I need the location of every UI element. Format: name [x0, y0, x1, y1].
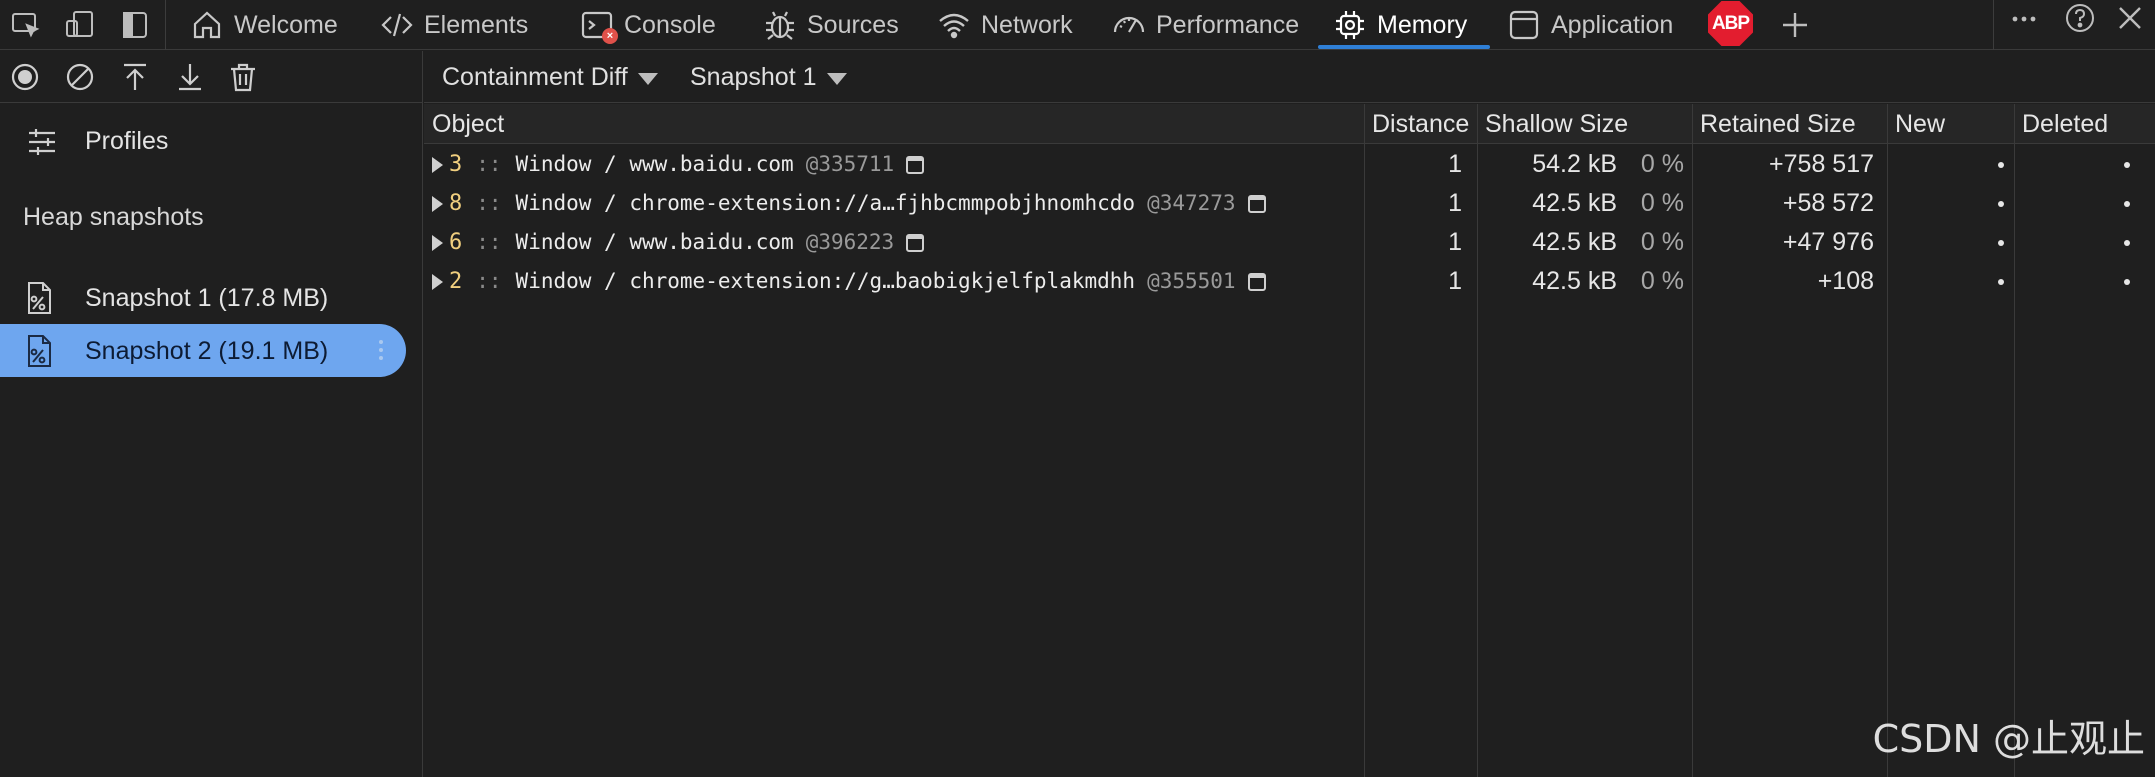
- column-object[interactable]: Object: [424, 104, 504, 144]
- profiles-toolbar: [0, 51, 423, 103]
- heap-snapshot-view: Containment Diff Snapshot 1 Object Dista…: [424, 51, 2155, 777]
- new-marker: [1998, 240, 2004, 246]
- heap-snapshot-file-icon: [22, 333, 56, 369]
- tab-label: Application: [1551, 10, 1674, 39]
- window-object-icon: [906, 233, 925, 252]
- new-marker: [1998, 162, 2004, 168]
- tab-console[interactable]: × Console: [580, 0, 716, 50]
- active-tab-indicator: [1318, 45, 1490, 49]
- adblock-plus-icon[interactable]: ABP: [1708, 1, 1753, 46]
- snapshot-item[interactable]: Snapshot 1 (17.8 MB): [0, 271, 406, 324]
- diff-table: Object Distance Shallow Size Retained Si…: [424, 104, 2155, 777]
- gauge-icon: [1112, 8, 1146, 42]
- window-object-icon: [1247, 272, 1266, 291]
- tab-sources[interactable]: Sources: [763, 0, 899, 50]
- column-distance[interactable]: Distance: [1364, 104, 1469, 144]
- heap-snapshot-file-icon: [22, 280, 56, 316]
- tab-application[interactable]: Application: [1507, 0, 1673, 50]
- console-error-badge: ×: [602, 28, 618, 44]
- dock-side-icon[interactable]: [118, 8, 152, 42]
- table-row[interactable]: 6 :: Window / www.baidu.com @396223 1 42…: [424, 223, 2155, 262]
- base-snapshot-select[interactable]: Snapshot 1: [690, 63, 847, 92]
- table-row[interactable]: 8 :: Window / chrome-extension://a…fjhbc…: [424, 184, 2155, 223]
- tab-label: Console: [624, 10, 716, 39]
- tab-performance[interactable]: Performance: [1112, 0, 1299, 50]
- sliders-icon: [26, 126, 58, 158]
- take-snapshot-record-icon[interactable]: [8, 60, 42, 94]
- app-window-icon: [1507, 8, 1541, 42]
- table-row[interactable]: 3 :: Window / www.baidu.com @335711 1 54…: [424, 145, 2155, 184]
- base-snapshot-value: Snapshot 1: [690, 63, 817, 91]
- chevron-down-icon: [826, 72, 847, 85]
- delete-trash-icon[interactable]: [226, 60, 260, 94]
- deleted-marker: [2124, 279, 2130, 285]
- deleted-marker: [2124, 240, 2130, 246]
- profiles-label: Profiles: [85, 127, 169, 155]
- wifi-icon: [937, 8, 971, 42]
- expand-triangle-icon[interactable]: [432, 195, 443, 212]
- column-new[interactable]: New: [1887, 104, 1945, 144]
- deleted-marker: [2124, 201, 2130, 207]
- column-deleted[interactable]: Deleted: [2014, 104, 2108, 144]
- table-row[interactable]: 2 :: Window / chrome-extension://g…baobi…: [424, 262, 2155, 301]
- tab-label: Performance: [1156, 10, 1300, 39]
- more-options-icon[interactable]: [2007, 2, 2041, 36]
- devtools-tab-bar: Welcome Elements × Console Sources Netwo…: [0, 0, 2155, 50]
- profiles-sidebar: Profiles Heap snapshots Snapshot 1 (17.8…: [0, 51, 423, 777]
- view-mode-value: Containment Diff: [442, 63, 628, 91]
- snapshot-view-toolbar: Containment Diff Snapshot 1: [424, 51, 2155, 103]
- tab-label: Memory: [1377, 10, 1468, 39]
- window-object-icon: [906, 155, 925, 174]
- tab-elements[interactable]: Elements: [380, 0, 528, 50]
- code-icon: [380, 8, 414, 42]
- more-tabs-plus-icon[interactable]: [1778, 8, 1812, 42]
- snapshot-label: Snapshot 1 (17.8 MB): [85, 284, 329, 312]
- snapshot-label: Snapshot 2 (19.1 MB): [85, 337, 329, 365]
- help-icon[interactable]: [2063, 1, 2097, 35]
- new-marker: [1998, 279, 2004, 285]
- tab-label: Network: [981, 10, 1073, 39]
- tab-label: Sources: [807, 10, 899, 39]
- snapshot-more-icon[interactable]: [378, 336, 384, 366]
- expand-triangle-icon[interactable]: [432, 273, 443, 290]
- tab-label: Elements: [424, 10, 529, 39]
- inspect-element-icon[interactable]: [9, 8, 43, 42]
- home-icon: [190, 8, 224, 42]
- snapshot-item[interactable]: Snapshot 2 (19.1 MB): [0, 324, 406, 377]
- tab-memory[interactable]: Memory: [1333, 0, 1467, 50]
- heap-snapshots-title: Heap snapshots: [23, 203, 204, 231]
- tab-welcome[interactable]: Welcome: [190, 0, 338, 50]
- table-header: Object Distance Shallow Size Retained Si…: [424, 104, 2155, 144]
- expand-triangle-icon[interactable]: [432, 234, 443, 251]
- save-profile-download-icon[interactable]: [173, 60, 207, 94]
- watermark: CSDN @止观止: [1872, 717, 2145, 761]
- tab-label: Welcome: [234, 10, 338, 39]
- new-marker: [1998, 201, 2004, 207]
- tab-network[interactable]: Network: [937, 0, 1073, 50]
- close-devtools-icon[interactable]: [2113, 1, 2147, 35]
- device-emulation-icon[interactable]: [63, 8, 97, 42]
- profiles-header[interactable]: Profiles: [0, 115, 423, 167]
- expand-triangle-icon[interactable]: [432, 156, 443, 173]
- chip-icon: [1333, 8, 1367, 42]
- chevron-down-icon: [637, 72, 658, 85]
- deleted-marker: [2124, 162, 2130, 168]
- load-profile-upload-icon[interactable]: [118, 60, 152, 94]
- window-object-icon: [1247, 194, 1266, 213]
- console-icon: ×: [580, 8, 618, 44]
- clear-all-profiles-icon[interactable]: [63, 60, 97, 94]
- column-shallow-size[interactable]: Shallow Size: [1477, 104, 1628, 144]
- bug-icon: [763, 8, 797, 42]
- view-mode-select[interactable]: Containment Diff: [442, 63, 658, 92]
- column-retained-size[interactable]: Retained Size: [1692, 104, 1856, 144]
